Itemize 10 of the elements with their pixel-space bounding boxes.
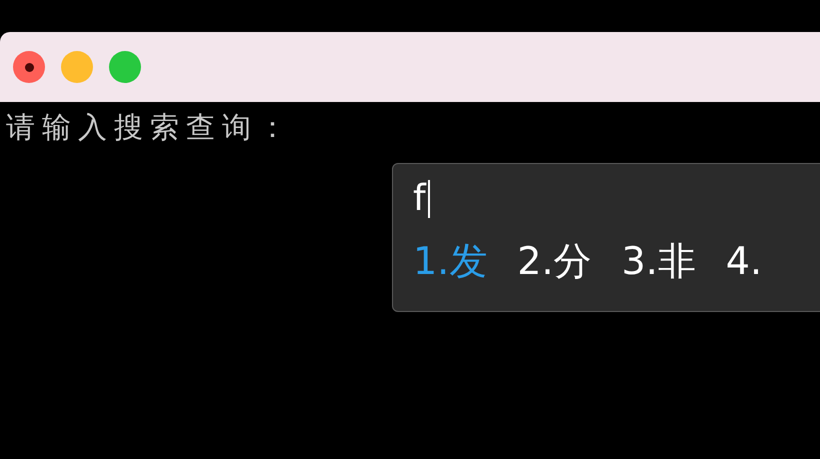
candidate-item[interactable]: 2.分	[517, 242, 592, 280]
candidate-item[interactable]: 3.非	[622, 242, 696, 280]
prompt-text: 请输入搜索查询：	[6, 110, 294, 144]
minimize-button[interactable]	[61, 51, 93, 83]
close-button[interactable]	[13, 51, 45, 83]
text-cursor	[428, 180, 430, 218]
composition-text: f	[413, 181, 426, 217]
candidate-item[interactable]: 4.	[726, 242, 762, 280]
candidate-item[interactable]: 1.发	[413, 242, 488, 280]
zoom-button[interactable]	[109, 51, 141, 83]
